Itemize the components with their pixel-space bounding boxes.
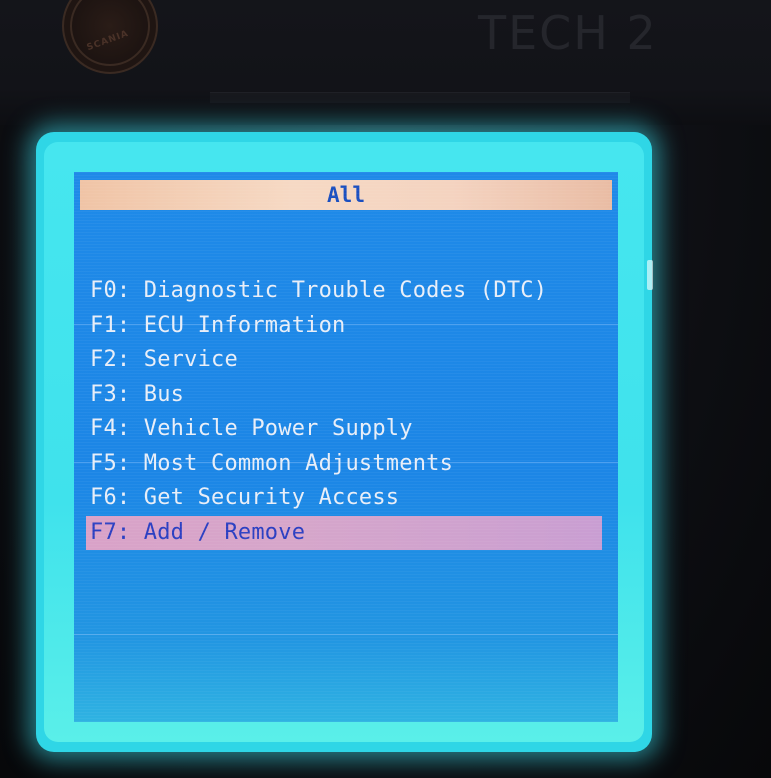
menu-item-label: Service (143, 347, 238, 372)
menu-item-key: F3: (90, 381, 131, 407)
menu-item-key: F5: (90, 450, 131, 476)
menu-item-key: F6: (90, 485, 131, 510)
menu-item-key: F7: (90, 519, 131, 545)
menu-item-f6[interactable]: F6: Get Security Access (88, 481, 612, 516)
menu-item-key: F1: (90, 312, 131, 338)
function-menu: F0: Diagnostic Trouble Codes (DTC) F1: E… (86, 274, 612, 550)
menu-item-f3[interactable]: F3: Bus (88, 378, 612, 413)
scanline-artifact (74, 634, 618, 635)
menu-item-label: Get Security Access (143, 485, 400, 510)
top-bezel: SCANIA TECH 2 (0, 0, 771, 125)
menu-item-label: Most Common Adjustments (143, 450, 454, 476)
menu-item-f2[interactable]: F2: Service (88, 343, 612, 378)
menu-item-label: ECU Information (143, 312, 346, 338)
device-brand-label: TECH 2 (478, 6, 658, 60)
menu-item-label: Add / Remove (143, 519, 306, 545)
menu-item-key: F4: (90, 416, 131, 441)
menu-item-f0[interactable]: F0: Diagnostic Trouble Codes (DTC) (88, 274, 612, 309)
menu-item-f5[interactable]: F5: Most Common Adjustments (88, 447, 612, 482)
menu-item-label: Bus (143, 381, 185, 407)
glare-reflection (647, 260, 653, 290)
menu-item-label: Vehicle Power Supply (143, 416, 413, 441)
scan-tool-device: SCANIA TECH 2 All F0: Diagnostic Trouble… (0, 0, 771, 778)
menu-item-f4[interactable]: F4: Vehicle Power Supply (88, 412, 612, 447)
menu-item-key: F0: (90, 278, 131, 303)
menu-item-key: F2: (90, 347, 131, 372)
screen-title: All (80, 180, 612, 210)
lcd-screen: All F0: Diagnostic Trouble Codes (DTC) F… (74, 172, 618, 722)
menu-item-f7[interactable]: F7: Add / Remove (86, 515, 602, 550)
menu-item-f1[interactable]: F1: ECU Information (88, 309, 612, 344)
menu-item-label: Diagnostic Trouble Codes (DTC) (143, 278, 548, 303)
bezel-strip (210, 92, 630, 103)
